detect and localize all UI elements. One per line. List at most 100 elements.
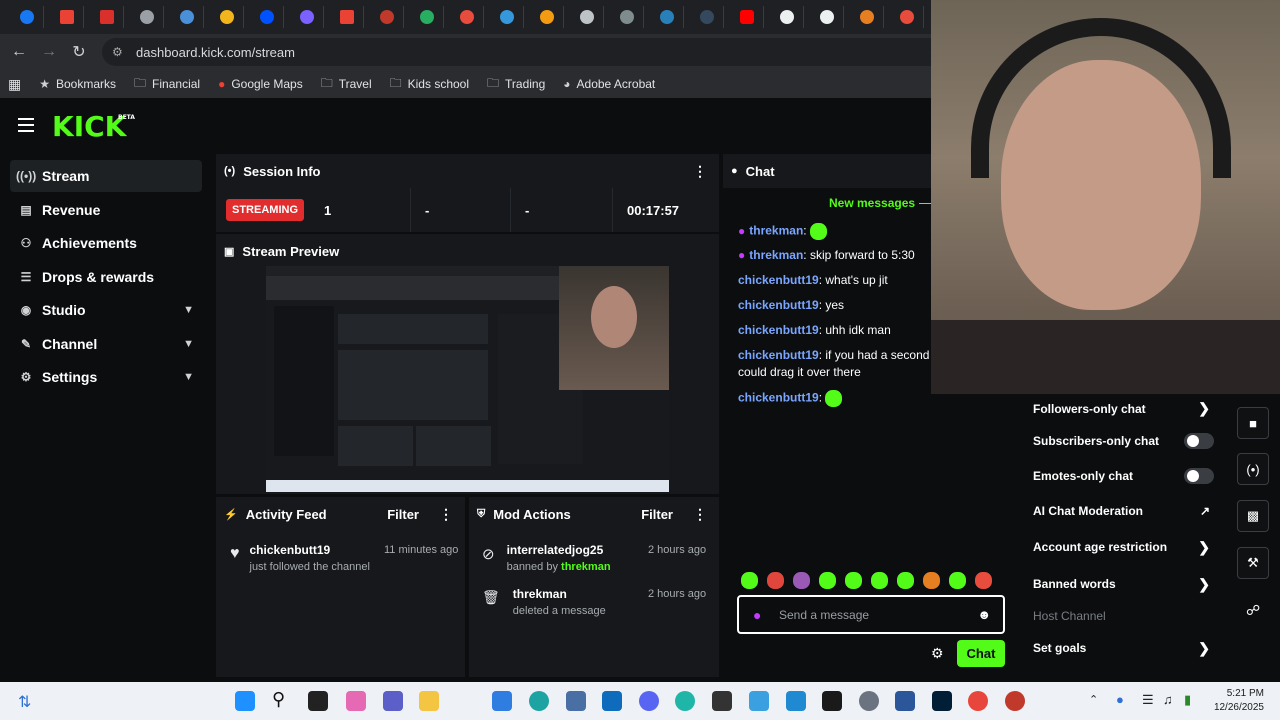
battery-icon[interactable]: ▮ bbox=[1184, 692, 1191, 708]
subscribers-only-chat[interactable]: Subscribers-only chat bbox=[1024, 423, 1224, 458]
app-icon-2[interactable] bbox=[822, 691, 842, 711]
tab-generic-12[interactable] bbox=[690, 6, 724, 28]
new-messages-divider[interactable]: New messages bbox=[829, 196, 915, 210]
broadcast-button[interactable]: (•) bbox=[1237, 453, 1269, 485]
bookmark-item[interactable]: 🗀 Trading bbox=[487, 74, 545, 95]
widgets-icon[interactable]: ⇅ bbox=[18, 692, 31, 712]
file-explorer-icon[interactable] bbox=[419, 691, 439, 711]
stream-preview-video[interactable] bbox=[266, 266, 669, 492]
sidebar-item-drops[interactable]: ☰ Drops & rewards bbox=[10, 261, 202, 293]
edge-icon[interactable] bbox=[529, 691, 549, 711]
wifi-icon[interactable]: ☰ bbox=[1142, 692, 1154, 708]
teams-icon[interactable] bbox=[383, 691, 403, 711]
store-icon[interactable] bbox=[492, 691, 512, 711]
tab-generic-15[interactable] bbox=[850, 6, 884, 28]
host-channel[interactable]: Host Channel bbox=[1024, 602, 1224, 630]
tab-generic-11[interactable] bbox=[650, 6, 684, 28]
app-icon[interactable] bbox=[675, 691, 695, 711]
sidebar-item-studio[interactable]: ◉ Studio ▼ bbox=[10, 294, 202, 326]
chat-settings-icon[interactable]: ⚙ bbox=[931, 645, 944, 662]
notepad-icon[interactable] bbox=[749, 691, 769, 711]
bookmark-item[interactable]: 🗀 Financial bbox=[134, 74, 200, 95]
chat-message-input[interactable]: ● Send a message ☻ bbox=[737, 595, 1005, 634]
emotes-only-chat[interactable]: Emotes-only chat bbox=[1024, 458, 1224, 493]
bookmark-item[interactable]: ◕ Adobe Acrobat bbox=[563, 77, 655, 91]
emote-icon[interactable] bbox=[793, 572, 810, 589]
banned-words[interactable]: Banned words ❯ bbox=[1024, 566, 1224, 602]
tab-chrome[interactable] bbox=[170, 6, 204, 28]
emote-icon[interactable] bbox=[949, 572, 966, 589]
emotes-only-toggle[interactable] bbox=[1184, 467, 1214, 484]
emoji-icon[interactable]: ☻ bbox=[977, 607, 991, 622]
back-icon[interactable]: ← bbox=[4, 43, 34, 61]
tab-youtube[interactable] bbox=[730, 6, 764, 28]
outlook-icon[interactable] bbox=[602, 691, 622, 711]
vscode-icon[interactable] bbox=[786, 691, 806, 711]
subscribers-only-toggle[interactable] bbox=[1184, 432, 1214, 449]
filter-button[interactable]: Filter bbox=[387, 507, 419, 522]
settings-app-icon[interactable] bbox=[859, 691, 879, 711]
tab-generic-3[interactable] bbox=[290, 6, 324, 28]
photoshop-icon[interactable] bbox=[932, 691, 952, 711]
set-goals[interactable]: Set goals ❯ bbox=[1024, 630, 1224, 666]
more-options-icon[interactable]: ⋮ bbox=[693, 163, 707, 180]
emote-icon[interactable] bbox=[975, 572, 992, 589]
terminal-icon[interactable] bbox=[712, 691, 732, 711]
tab-generic[interactable] bbox=[130, 6, 164, 28]
account-age-restriction[interactable]: Account age restriction ❯ bbox=[1024, 528, 1224, 566]
tab-generic-10[interactable] bbox=[610, 6, 644, 28]
tab-generic-9[interactable] bbox=[570, 6, 604, 28]
emote-icon[interactable] bbox=[897, 572, 914, 589]
chrome-icon[interactable] bbox=[968, 691, 988, 711]
followers-only-chat[interactable]: Followers-only chat ❯ bbox=[1024, 394, 1224, 423]
more-options-icon[interactable]: ⋮ bbox=[439, 506, 453, 523]
chevron-up-icon[interactable]: ⌃ bbox=[1089, 693, 1098, 706]
tab-cb[interactable] bbox=[250, 6, 284, 28]
tab-generic-14[interactable] bbox=[810, 6, 844, 28]
site-info-icon[interactable]: ⚙ bbox=[112, 45, 126, 59]
word-icon[interactable] bbox=[895, 691, 915, 711]
sidebar-item-settings[interactable]: ⚙ Settings ▼ bbox=[10, 361, 202, 393]
windows-start-icon[interactable] bbox=[235, 691, 255, 711]
tab-acrobat[interactable] bbox=[90, 6, 124, 28]
apps-grid-icon[interactable]: ▦ bbox=[8, 76, 21, 93]
task-view-icon[interactable] bbox=[308, 691, 328, 711]
tab-facebook[interactable] bbox=[10, 6, 44, 28]
filter-button[interactable]: Filter bbox=[641, 507, 673, 522]
tab-generic-8[interactable] bbox=[530, 6, 564, 28]
bookmark-item[interactable]: 🗀 Travel bbox=[321, 74, 372, 95]
emote-icon[interactable] bbox=[845, 572, 862, 589]
tab-generic-6[interactable] bbox=[450, 6, 484, 28]
tab-generic-7[interactable] bbox=[490, 6, 524, 28]
tab-generic-13[interactable] bbox=[770, 6, 804, 28]
reload-icon[interactable]: ↻ bbox=[64, 42, 94, 62]
emote-icon[interactable] bbox=[767, 572, 784, 589]
emote-icon[interactable] bbox=[871, 572, 888, 589]
share-icon[interactable]: ☍ bbox=[1246, 602, 1260, 619]
bookmark-item[interactable]: ★ Bookmarks bbox=[39, 77, 116, 91]
copilot-icon[interactable] bbox=[346, 691, 366, 711]
tab-generic-4[interactable] bbox=[370, 6, 404, 28]
tools-button[interactable]: ⚒ bbox=[1237, 547, 1269, 579]
bookmark-item[interactable]: ● Google Maps bbox=[218, 77, 303, 91]
tab-gmail[interactable] bbox=[50, 6, 84, 28]
sidebar-item-stream[interactable]: ((•)) Stream bbox=[10, 160, 202, 192]
sidebar-item-revenue[interactable]: ▤ Revenue bbox=[10, 194, 202, 226]
emote-icon[interactable] bbox=[741, 572, 758, 589]
tab-generic-2[interactable] bbox=[210, 6, 244, 28]
tab-generic-5[interactable] bbox=[410, 6, 444, 28]
more-options-icon[interactable]: ⋮ bbox=[693, 506, 707, 523]
app-icon-3[interactable] bbox=[1005, 691, 1025, 711]
bookmark-item[interactable]: 🗀 Kids school bbox=[390, 74, 469, 95]
discord-icon[interactable] bbox=[639, 691, 659, 711]
sidebar-item-channel[interactable]: ✎ Channel ▼ bbox=[10, 328, 202, 360]
chat-toggle-button[interactable]: ■ bbox=[1237, 407, 1269, 439]
calculator-icon[interactable] bbox=[566, 691, 586, 711]
ai-chat-moderation[interactable]: AI Chat Moderation ↗ bbox=[1024, 493, 1224, 528]
menu-icon[interactable] bbox=[18, 118, 34, 136]
system-clock[interactable]: 5:21 PM 12/26/2025 bbox=[1214, 687, 1264, 715]
kick-logo[interactable]: KICK BETA bbox=[52, 110, 135, 143]
search-icon[interactable]: ⚲ bbox=[272, 689, 292, 709]
volume-icon[interactable]: ♫ bbox=[1163, 692, 1173, 707]
popout-button[interactable]: ▩ bbox=[1237, 500, 1269, 532]
